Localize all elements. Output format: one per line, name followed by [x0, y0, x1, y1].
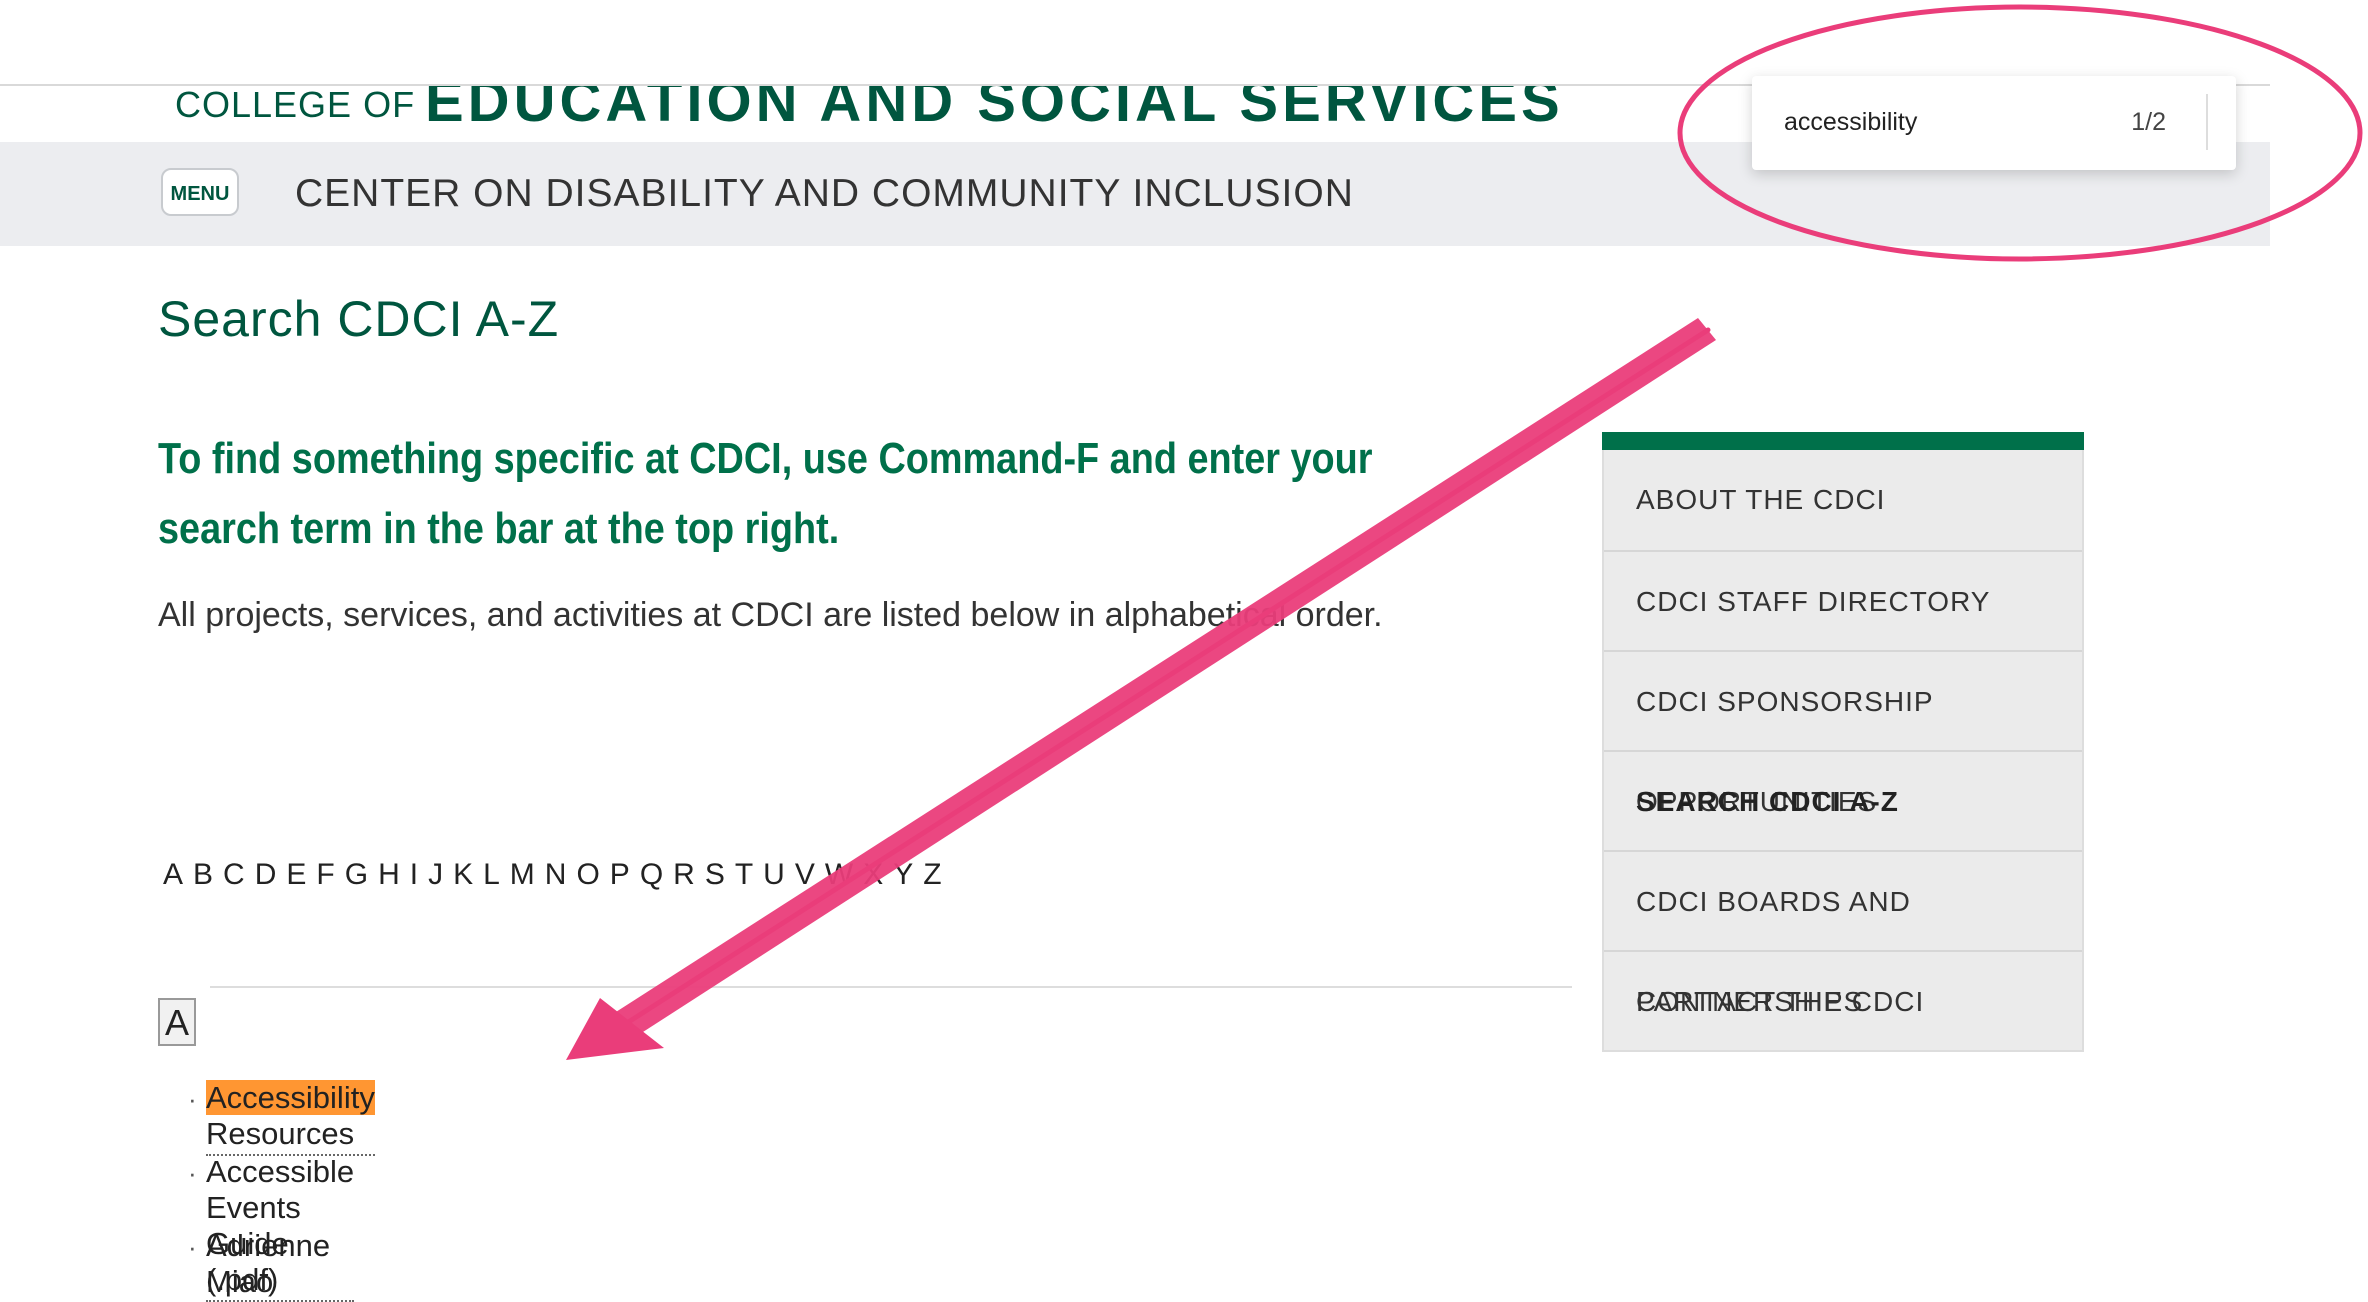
alphabet-link-s[interactable]: S — [705, 858, 726, 892]
alphabet-link-n[interactable]: N — [545, 858, 568, 892]
alphabet-link-p[interactable]: P — [610, 858, 631, 892]
alphabet-link-e[interactable]: E — [286, 858, 307, 892]
bullet-icon: · — [188, 1084, 197, 1114]
sidebar-accent-bar — [1602, 432, 2084, 450]
alphabet-link-d[interactable]: D — [255, 858, 278, 892]
sidebar-item-contact[interactable]: CONTACT THE CDCI — [1604, 950, 2082, 1050]
alphabet-link-q[interactable]: Q — [640, 858, 664, 892]
intro-heading: To find something specific at CDCI, use … — [158, 434, 1373, 553]
bullet-icon: · — [188, 1158, 197, 1188]
find-input[interactable]: accessibility — [1784, 108, 1917, 137]
alphabet-nav: A B C D E F G H I J K L M N O P Q R S T … — [163, 858, 952, 892]
alphabet-link-m[interactable]: M — [510, 858, 536, 892]
alphabet-link-r[interactable]: R — [673, 858, 696, 892]
alphabet-link-u[interactable]: U — [763, 858, 786, 892]
find-bar-divider — [2206, 94, 2208, 150]
adrienne-miao-item[interactable]: Adrienne Miao — [206, 1228, 330, 1300]
page-title: Search CDCI A-Z — [158, 291, 560, 347]
college-name[interactable]: EDUCATION AND SOCIAL SERVICES — [425, 86, 1564, 135]
bullet-icon: · — [188, 1232, 197, 1262]
alphabet-link-l[interactable]: L — [483, 858, 501, 892]
annotation-arrow-head — [566, 998, 664, 1060]
unit-title[interactable]: CENTER ON DISABILITY AND COMMUNITY INCLU… — [295, 172, 1354, 216]
intro-text: All projects, services, and activities a… — [158, 596, 1383, 634]
alphabet-link-x[interactable]: X — [863, 858, 884, 892]
college-prefix: COLLEGE OF — [175, 86, 416, 125]
alphabet-link-w[interactable]: W — [825, 858, 854, 892]
sidebar-nav: ABOUT THE CDCI CDCI STAFF DIRECTORY CDCI… — [1602, 432, 2084, 1052]
alphabet-link-k[interactable]: K — [453, 858, 474, 892]
alphabet-link-b[interactable]: B — [193, 858, 214, 892]
alphabet-link-a[interactable]: A — [163, 858, 184, 892]
sidebar-item-boards[interactable]: CDCI BOARDS AND PARTNERSHIPS — [1604, 850, 2082, 1017]
alphabet-link-v[interactable]: V — [795, 858, 816, 892]
alphabet-link-z[interactable]: Z — [923, 858, 942, 892]
find-match-highlight: Accessibility — [206, 1080, 375, 1115]
section-divider — [210, 986, 1572, 988]
section-letter-badge: A — [158, 998, 196, 1046]
sidebar-item-staff-directory[interactable]: CDCI STAFF DIRECTORY — [1604, 550, 2082, 650]
alphabet-link-f[interactable]: F — [316, 858, 335, 892]
alphabet-link-h[interactable]: H — [378, 858, 401, 892]
browser-find-bar: accessibility 1/2 — [1752, 76, 2236, 170]
link-text-rest: Resources — [206, 1116, 355, 1151]
find-match-count: 1/2 — [2131, 108, 2166, 136]
alphabet-link-g[interactable]: G — [345, 858, 369, 892]
sidebar-item-about[interactable]: ABOUT THE CDCI — [1604, 450, 2082, 550]
alphabet-link-i[interactable]: I — [410, 858, 419, 892]
sidebar-item-search-a-z[interactable]: SEARCH CDCI A-Z — [1604, 750, 2082, 850]
alphabet-link-c[interactable]: C — [223, 858, 246, 892]
sidebar-list: ABOUT THE CDCI CDCI STAFF DIRECTORY CDCI… — [1602, 450, 2084, 1052]
alphabet-link-y[interactable]: Y — [893, 858, 914, 892]
alphabet-link-j[interactable]: J — [428, 858, 444, 892]
alphabet-link-o[interactable]: O — [576, 858, 600, 892]
alphabet-link-t[interactable]: T — [735, 858, 754, 892]
accessibility-resources-link[interactable]: Accessibility Resources — [206, 1080, 375, 1156]
menu-button[interactable]: MENU — [161, 168, 239, 216]
sidebar-item-sponsorship[interactable]: CDCI SPONSORSHIP OPPORTUNITIES — [1604, 650, 2082, 817]
